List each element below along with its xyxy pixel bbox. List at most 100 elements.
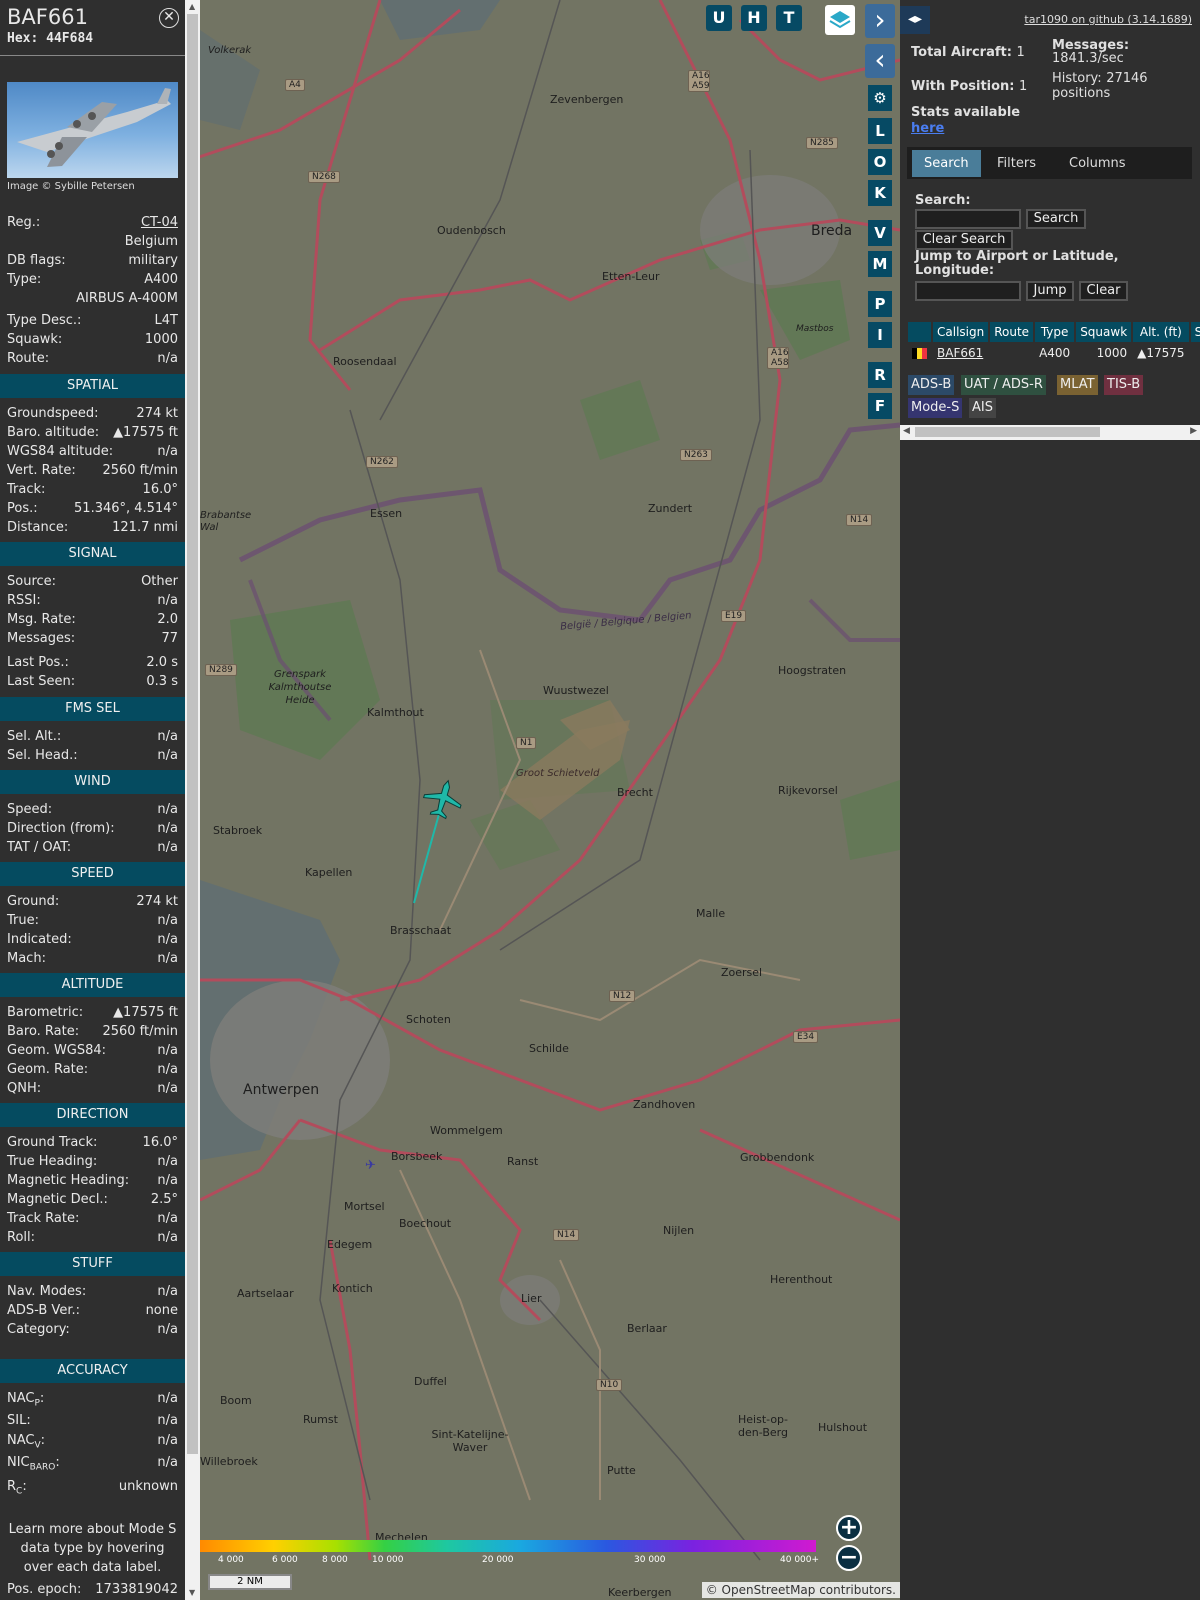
map-place-label: Duffel bbox=[414, 1375, 447, 1388]
map-place-label: Stabroek bbox=[213, 824, 263, 837]
tab-columns[interactable]: Columns bbox=[1057, 150, 1138, 177]
map-place-label: Zundert bbox=[648, 502, 693, 515]
table-row[interactable]: BAF661 A400 1000 ▲17575 bbox=[908, 344, 1200, 362]
search-input[interactable] bbox=[915, 209, 1021, 229]
scroll-down-icon[interactable]: ▼ bbox=[189, 1588, 195, 1597]
section-accuracy: ACCURACY bbox=[0, 1359, 185, 1383]
github-link[interactable]: tar1090 on github (3.14.1689) bbox=[1024, 13, 1192, 26]
detail-value: n/a bbox=[157, 444, 178, 459]
section-signal: SIGNAL bbox=[0, 542, 185, 566]
column-header[interactable]: Callsign bbox=[933, 322, 989, 342]
detail-row: SIL: n/a bbox=[7, 1411, 178, 1430]
map-place-label: Zandhoven bbox=[633, 1098, 696, 1111]
detail-row: Messages: 77 bbox=[7, 629, 178, 648]
tab-filters[interactable]: Filters bbox=[985, 150, 1048, 177]
toggle-t-button[interactable]: T bbox=[776, 5, 802, 31]
map-place-label: Grobbendonk bbox=[740, 1151, 815, 1164]
toggle-p-button[interactable]: P bbox=[868, 291, 892, 317]
toggle-m-button[interactable]: M bbox=[868, 251, 892, 277]
map-place-label: Borsbeek bbox=[391, 1150, 443, 1163]
section-altitude: ALTITUDE bbox=[0, 973, 185, 997]
scroll-up-icon[interactable]: ▲ bbox=[189, 2, 195, 11]
detail-row: Indicated: n/a bbox=[7, 930, 178, 949]
scrollbar-thumb[interactable] bbox=[187, 14, 198, 1454]
typedesc-row: Type Desc.: L4T bbox=[7, 311, 178, 330]
airport-icon[interactable]: ✈ bbox=[365, 1158, 376, 1173]
toggle-u-button[interactable]: U bbox=[706, 5, 732, 31]
detail-value: Other bbox=[141, 574, 178, 589]
airplane-icon[interactable] bbox=[422, 778, 464, 820]
road-shield: A16 A59 bbox=[688, 70, 710, 92]
panel-collapse-left-button[interactable]: ‹ bbox=[865, 44, 895, 78]
messages-stat: Messages: 1841.3/sec bbox=[1052, 38, 1130, 66]
scroll-right-icon[interactable]: ▶ bbox=[1190, 426, 1197, 436]
toggle-k-button[interactable]: K bbox=[868, 180, 892, 206]
source-chip-ais[interactable]: AIS bbox=[969, 398, 996, 418]
source-chip-tisb[interactable]: TIS-B bbox=[1104, 375, 1144, 395]
layers-icon[interactable] bbox=[825, 5, 855, 35]
jump-input[interactable] bbox=[915, 281, 1021, 301]
type-value: A400 bbox=[144, 272, 178, 287]
jump-button[interactable]: Jump bbox=[1026, 281, 1074, 301]
toggle-v-button[interactable]: V bbox=[868, 220, 892, 246]
zoom-out-button[interactable]: − bbox=[836, 1545, 862, 1571]
stats-link[interactable]: here bbox=[911, 121, 944, 136]
column-header[interactable]: Type bbox=[1035, 322, 1075, 342]
source-chip-modes[interactable]: Mode-S bbox=[908, 398, 963, 418]
close-icon[interactable]: ✕ bbox=[159, 8, 179, 28]
toggle-r-button[interactable]: R bbox=[868, 362, 892, 388]
clear-jump-button[interactable]: Clear bbox=[1079, 281, 1128, 301]
map-place-label: Willebroek bbox=[200, 1455, 258, 1468]
callsign-cell[interactable]: BAF661 bbox=[933, 344, 989, 362]
toggle-o-button[interactable]: O bbox=[868, 149, 892, 175]
table-horizontal-scrollbar[interactable]: ◀ ▶ bbox=[900, 425, 1200, 440]
resize-panel-icon[interactable]: ◂▸ bbox=[900, 6, 930, 34]
panel-expand-right-button[interactable]: › bbox=[865, 4, 895, 38]
toggle-l-button[interactable]: L bbox=[868, 118, 892, 144]
osm-attribution[interactable]: © OpenStreetMap contributors. bbox=[701, 1582, 900, 1598]
detail-label: ADS-B Ver.: bbox=[7, 1303, 80, 1318]
column-header[interactable]: Route bbox=[990, 322, 1034, 342]
column-header[interactable]: Spd bbox=[1190, 322, 1200, 342]
toggle-f-button[interactable]: F bbox=[868, 393, 892, 419]
source-chip-uat[interactable]: UAT / ADS-R bbox=[961, 375, 1046, 395]
source-chip-adsb[interactable]: ADS-B bbox=[908, 375, 955, 395]
detail-row: Magnetic Heading: n/a bbox=[7, 1171, 178, 1190]
aircraft-photo[interactable] bbox=[7, 82, 178, 178]
detail-row: Mach: n/a bbox=[7, 949, 178, 968]
search-button[interactable]: Search bbox=[1026, 209, 1086, 229]
detail-value: 16.0° bbox=[142, 1135, 178, 1150]
clear-search-button[interactable]: Clear Search bbox=[915, 230, 1013, 250]
detail-row: NICBARO: n/a bbox=[7, 1453, 178, 1473]
detail-label: Msg. Rate: bbox=[7, 612, 76, 627]
detail-value: 51.346°, 4.514° bbox=[74, 501, 178, 516]
detail-value: n/a bbox=[157, 1284, 178, 1299]
tab-search[interactable]: Search bbox=[912, 150, 981, 177]
map-place-label: Etten-Leur bbox=[602, 270, 660, 283]
map-view[interactable]: Zevenbergen Oudenbosch Etten-Leur Breda … bbox=[200, 0, 900, 1600]
detail-row: Source: Other bbox=[7, 572, 178, 591]
map-place-label: Groot Schietveld bbox=[516, 768, 600, 779]
detail-row: Last Pos.: 2.0 s bbox=[7, 653, 178, 672]
column-header[interactable]: Squawk bbox=[1076, 322, 1132, 342]
country-row: Belgium bbox=[7, 232, 178, 251]
detail-label: RSSI: bbox=[7, 593, 41, 608]
scroll-left-icon[interactable]: ◀ bbox=[903, 426, 910, 436]
panel-tabs: Search Filters Columns bbox=[907, 147, 1192, 179]
scrollbar-thumb[interactable] bbox=[915, 427, 1100, 437]
detail-label: Baro. Rate: bbox=[7, 1024, 80, 1039]
column-header[interactable] bbox=[908, 322, 931, 342]
info-panel-scrollbar[interactable]: ▲ ▼ bbox=[185, 0, 200, 1600]
zoom-in-button[interactable]: + bbox=[836, 1515, 862, 1541]
source-chip-mlat[interactable]: MLAT bbox=[1057, 375, 1098, 395]
map-place-label: Brecht bbox=[617, 786, 653, 799]
gear-icon[interactable]: ⚙ bbox=[868, 85, 892, 111]
detail-row: Sel. Alt.: n/a bbox=[7, 727, 178, 746]
selected-aircraft-panel: BAF661 Hex: 44F684 ✕ Image © Sybille Pet… bbox=[0, 0, 185, 1600]
road-shield: E34 bbox=[793, 1031, 819, 1043]
toggle-h-button[interactable]: H bbox=[741, 5, 767, 31]
toggle-i-button[interactable]: I bbox=[868, 322, 892, 348]
epoch-label: Pos. epoch: bbox=[7, 1582, 82, 1597]
reg-link[interactable]: CT-04 bbox=[141, 213, 178, 232]
column-header[interactable]: Alt. (ft) bbox=[1133, 322, 1189, 342]
